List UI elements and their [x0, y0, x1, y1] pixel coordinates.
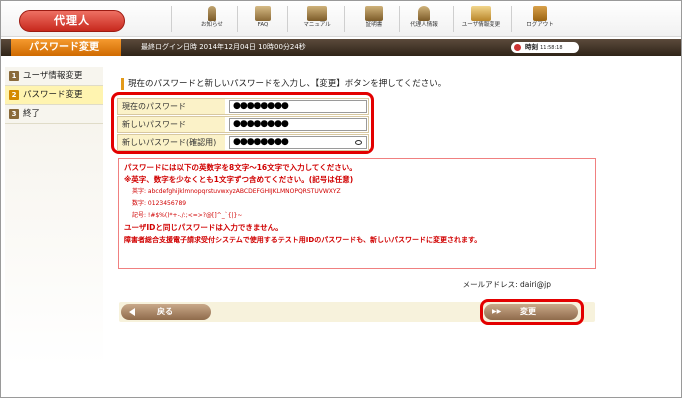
back-button-label: 戻る — [157, 307, 173, 316]
toolbar-divider — [287, 6, 288, 32]
toolbar-divider — [399, 6, 400, 32]
timer-value: 11:58:18 — [540, 45, 563, 51]
password-form-highlight: 現在のパスワード ●●●●●●●● 新しいパスワード ●●●●●●●● 新しいパ… — [111, 92, 374, 154]
toolbar-faq-label: FAQ — [257, 22, 269, 28]
confirm-password-label: 新しいパスワード(確認用) — [118, 135, 225, 150]
top-toolbar: 代理人 お知らせ FAQ マニュアル 証明書 代理人情報 ユーザ情報変更 ログア… — [1, 1, 681, 37]
sidebar-item-exit[interactable]: 3 終了 — [5, 105, 103, 124]
current-password-input[interactable]: ●●●●●●●● — [229, 100, 367, 113]
timer-label: 時刻 — [525, 43, 538, 51]
clock-icon — [514, 44, 521, 51]
user-info-icon — [471, 6, 491, 21]
new-password-row: 新しいパスワード ●●●●●●●● — [117, 116, 369, 133]
double-arrow-icon: ▶▶ — [492, 308, 502, 315]
toolbar-logout-label: ログアウト — [526, 22, 554, 28]
rule-alpha: 英字: abcdefghijklmnopqrstuvwxyzABCDEFGHIJ… — [132, 188, 341, 195]
confirm-password-value: ●●●●●●●● — [233, 137, 289, 147]
new-password-input[interactable]: ●●●●●●●● — [229, 118, 367, 131]
rule-test-id: 障害者総合支援電子請求受付システムで使用するテスト用IDのパスワードも、新しいパ… — [124, 236, 482, 244]
toolbar-user-info-button[interactable]: ユーザ情報変更 — [458, 4, 504, 36]
sidebar-item-user-info[interactable]: 1 ユーザ情報変更 — [5, 67, 103, 86]
current-password-label: 現在のパスワード — [118, 99, 225, 114]
rule-digits: 数字: 0123456789 — [132, 200, 187, 207]
current-password-row: 現在のパスワード ●●●●●●●● — [117, 98, 369, 115]
toolbar-divider — [511, 6, 512, 32]
confirm-password-input[interactable]: ●●●●●●●● — [229, 136, 367, 149]
sidebar-item-label: ユーザ情報変更 — [23, 71, 83, 81]
toolbar-divider — [171, 6, 172, 32]
rule-length: パスワードには以下の英数字を8文字〜16文字で入力してください。 — [124, 163, 357, 172]
toolbar-user-info-label: ユーザ情報変更 — [461, 22, 501, 28]
show-password-icon[interactable] — [355, 140, 362, 145]
arrow-left-icon — [129, 308, 135, 316]
step-number-badge: 1 — [9, 71, 19, 81]
sidebar-item-label: 終了 — [23, 109, 41, 119]
mail-address: メールアドレス: dairi@jp — [462, 280, 551, 289]
new-password-label: 新しいパスワード — [118, 117, 225, 132]
step-number-badge: 2 — [9, 90, 19, 100]
change-button-label: 変更 — [520, 307, 536, 316]
session-timer: 時刻 11:58:18 — [511, 42, 579, 53]
toolbar-manual-label: マニュアル — [303, 22, 331, 28]
confirm-password-row: 新しいパスワード(確認用) ●●●●●●●● — [117, 134, 369, 151]
instruction-text: 現在のパスワードと新しいパスワードを入力し、【変更】ボタンを押してください。 — [121, 78, 446, 90]
logout-icon — [533, 6, 547, 21]
toolbar-faq-button[interactable]: FAQ — [240, 4, 286, 36]
toolbar-certificate-button[interactable]: 証明書 — [351, 4, 397, 36]
toolbar-info-label: お知らせ — [201, 22, 223, 28]
change-button[interactable]: ▶▶ 変更 — [484, 304, 578, 320]
toolbar-divider — [453, 6, 454, 32]
sidebar-item-label: パスワード変更 — [23, 90, 83, 100]
toolbar-divider — [344, 6, 345, 32]
page-title: パスワード変更 — [11, 39, 121, 56]
toolbar-logout-button[interactable]: ログアウト — [517, 4, 563, 36]
faq-icon — [255, 6, 271, 21]
manual-icon — [307, 6, 327, 21]
agent-info-icon — [418, 6, 430, 21]
toolbar-certificate-label: 証明書 — [365, 22, 383, 28]
rule-symbols: 記号: !#$%()*+-./:;<=>?@[]^_`{|}~ — [132, 212, 243, 219]
last-login-text: 最終ログイン日時 2014年12月04日 10時00分24秒 — [141, 43, 306, 51]
sidebar-item-password-change[interactable]: 2 パスワード変更 — [5, 86, 103, 105]
sidebar: 1 ユーザ情報変更 2 パスワード変更 3 終了 — [5, 67, 103, 124]
toolbar-info-button[interactable]: お知らせ — [189, 4, 235, 36]
toolbar-agent-info-label: 代理人情報 — [410, 22, 438, 28]
certificate-icon — [365, 6, 383, 21]
password-rules-box: パスワードには以下の英数字を8文字〜16文字で入力してください。 ※英字、数字を… — [118, 158, 596, 269]
back-button[interactable]: 戻る — [121, 304, 211, 320]
info-icon — [208, 6, 216, 21]
rule-userid: ユーザIDと同じパスワードは入力できません。 — [124, 223, 283, 232]
toolbar-agent-info-button[interactable]: 代理人情報 — [401, 4, 447, 36]
step-number-badge: 3 — [9, 109, 19, 119]
toolbar-divider — [237, 6, 238, 32]
role-button[interactable]: 代理人 — [19, 10, 125, 32]
title-bar: パスワード変更 最終ログイン日時 2014年12月04日 10時00分24秒 時… — [1, 39, 681, 56]
toolbar-manual-button[interactable]: マニュアル — [294, 4, 340, 36]
rule-mix: ※英字、数字を少なくとも1文字ずつ含めてください。(記号は任意) — [124, 175, 354, 184]
application-window: 代理人 お知らせ FAQ マニュアル 証明書 代理人情報 ユーザ情報変更 ログア… — [0, 0, 682, 398]
